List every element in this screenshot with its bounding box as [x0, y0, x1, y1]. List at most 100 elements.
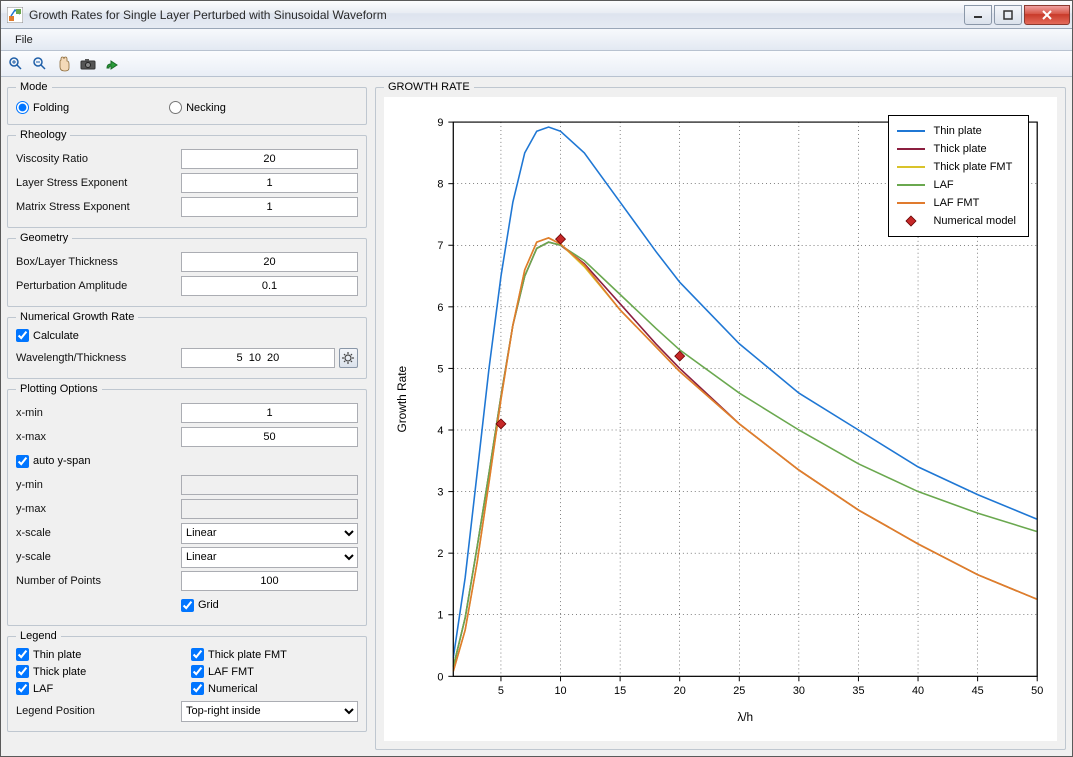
- zoom-out-icon[interactable]: [29, 53, 51, 75]
- svg-text:50: 50: [1031, 685, 1043, 697]
- minimize-button[interactable]: [964, 5, 992, 25]
- box-thickness-label: Box/Layer Thickness: [16, 256, 181, 268]
- numerical-group: Numerical Growth Rate Calculate Waveleng…: [7, 311, 367, 379]
- window-buttons: [962, 5, 1070, 25]
- export-icon[interactable]: [101, 53, 123, 75]
- legend-group-legend: Legend: [16, 630, 61, 642]
- box-thickness-input[interactable]: [181, 252, 358, 272]
- mode-legend: Mode: [16, 81, 52, 93]
- legend-text: Thick plate: [933, 143, 986, 155]
- layer-exp-input[interactable]: [181, 173, 358, 193]
- chart-area[interactable]: 51015202530354045500123456789λ/hGrowth R…: [384, 97, 1057, 741]
- checkbox-label: Thick plate: [33, 666, 86, 678]
- growth-rate-fieldset: GROWTH RATE 5101520253035404550012345678…: [375, 81, 1066, 750]
- svg-text:1: 1: [437, 610, 443, 622]
- checkbox-label: Thick plate FMT: [208, 649, 287, 661]
- legend-entry: LAF FMT: [897, 194, 1016, 212]
- wavelength-label: Wavelength/Thickness: [16, 352, 181, 364]
- yscale-select[interactable]: Linear: [181, 547, 358, 568]
- radio-label: Necking: [186, 102, 226, 114]
- ymax-input: [181, 499, 358, 519]
- checkbox-label: Numerical: [208, 683, 258, 695]
- legend-position-label: Legend Position: [16, 705, 181, 717]
- svg-text:40: 40: [912, 685, 924, 697]
- svg-text:λ/h: λ/h: [737, 710, 753, 724]
- titlebar[interactable]: Growth Rates for Single Layer Perturbed …: [1, 1, 1072, 29]
- ymin-label: y-min: [16, 479, 181, 491]
- settings-button[interactable]: [339, 348, 358, 368]
- menu-file[interactable]: File: [7, 32, 41, 48]
- legend-entry: Thick plate FMT: [897, 158, 1016, 176]
- svg-text:3: 3: [437, 487, 443, 499]
- checkbox-label: Calculate: [33, 330, 79, 342]
- chart-legend[interactable]: Thin plate Thick plate Thick plate FMT LAF L…: [888, 115, 1029, 237]
- checkbox-label: Grid: [198, 599, 219, 611]
- growth-rate-title: GROWTH RATE: [384, 81, 474, 93]
- ymin-input: [181, 475, 358, 495]
- app-window: Growth Rates for Single Layer Perturbed …: [0, 0, 1073, 757]
- perturbation-input[interactable]: [181, 276, 358, 296]
- legend-text: LAF FMT: [933, 197, 979, 209]
- plotting-legend: Plotting Options: [16, 383, 102, 395]
- maximize-button[interactable]: [994, 5, 1022, 25]
- svg-text:35: 35: [852, 685, 864, 697]
- checkbox-label: Thin plate: [33, 649, 81, 661]
- xscale-select[interactable]: Linear: [181, 523, 358, 544]
- auto-yspan-checkbox[interactable]: auto y-span: [16, 449, 358, 473]
- layer-exp-label: Layer Stress Exponent: [16, 177, 181, 189]
- grid-checkbox[interactable]: Grid: [181, 599, 219, 612]
- viscosity-ratio-input[interactable]: [181, 149, 358, 169]
- svg-text:Growth Rate: Growth Rate: [395, 366, 409, 433]
- mode-necking-radio[interactable]: Necking: [169, 101, 226, 114]
- legend-checkbox[interactable]: LAF: [16, 682, 183, 695]
- svg-text:4: 4: [437, 425, 443, 437]
- svg-text:20: 20: [674, 685, 686, 697]
- mode-folding-radio[interactable]: Folding: [16, 101, 69, 114]
- legend-text: Thick plate FMT: [933, 161, 1012, 173]
- svg-text:2: 2: [437, 548, 443, 560]
- ymax-label: y-max: [16, 503, 181, 515]
- xmax-input[interactable]: [181, 427, 358, 447]
- numerical-legend: Numerical Growth Rate: [16, 311, 138, 323]
- calculate-checkbox[interactable]: Calculate: [16, 329, 358, 342]
- legend-entry: LAF: [897, 176, 1016, 194]
- controls-panel: Mode Folding Necking Rheology Viscosity …: [7, 81, 367, 750]
- legend-checkbox[interactable]: Thin plate: [16, 648, 183, 661]
- xmin-input[interactable]: [181, 403, 358, 423]
- camera-icon[interactable]: [77, 53, 99, 75]
- legend-entry: Thick plate: [897, 140, 1016, 158]
- content-area: Mode Folding Necking Rheology Viscosity …: [1, 77, 1072, 756]
- svg-text:7: 7: [437, 240, 443, 252]
- legend-checkbox[interactable]: LAF FMT: [191, 665, 358, 678]
- pan-icon[interactable]: [53, 53, 75, 75]
- svg-text:15: 15: [614, 685, 626, 697]
- svg-text:6: 6: [437, 302, 443, 314]
- checkbox-label: LAF FMT: [208, 666, 254, 678]
- legend-entry: Numerical model: [897, 212, 1016, 230]
- legend-entry: Thin plate: [897, 122, 1016, 140]
- npoints-input[interactable]: [181, 571, 358, 591]
- legend-text: Numerical model: [933, 215, 1016, 227]
- radio-label: Folding: [33, 102, 69, 114]
- geometry-legend: Geometry: [16, 232, 72, 244]
- mode-group: Mode Folding Necking: [7, 81, 367, 125]
- npoints-label: Number of Points: [16, 575, 181, 587]
- svg-text:10: 10: [554, 685, 566, 697]
- matrix-exp-input[interactable]: [181, 197, 358, 217]
- legend-checkbox[interactable]: Thick plate: [16, 665, 183, 678]
- svg-text:5: 5: [437, 363, 443, 375]
- wavelength-input[interactable]: [181, 348, 335, 368]
- menubar: File: [1, 29, 1072, 51]
- matrix-exp-label: Matrix Stress Exponent: [16, 201, 181, 213]
- geometry-group: Geometry Box/Layer Thickness Perturbatio…: [7, 232, 367, 307]
- window-title: Growth Rates for Single Layer Perturbed …: [29, 8, 962, 22]
- legend-group: Legend Thin plate Thick plate FMT Thick pl…: [7, 630, 367, 732]
- close-button[interactable]: [1024, 5, 1070, 25]
- legend-checkbox[interactable]: Numerical: [191, 682, 358, 695]
- viscosity-ratio-label: Viscosity Ratio: [16, 153, 181, 165]
- svg-text:30: 30: [793, 685, 805, 697]
- zoom-in-icon[interactable]: [5, 53, 27, 75]
- legend-checkbox[interactable]: Thick plate FMT: [191, 648, 358, 661]
- svg-text:8: 8: [437, 179, 443, 191]
- legend-position-select[interactable]: Top-right inside: [181, 701, 358, 722]
